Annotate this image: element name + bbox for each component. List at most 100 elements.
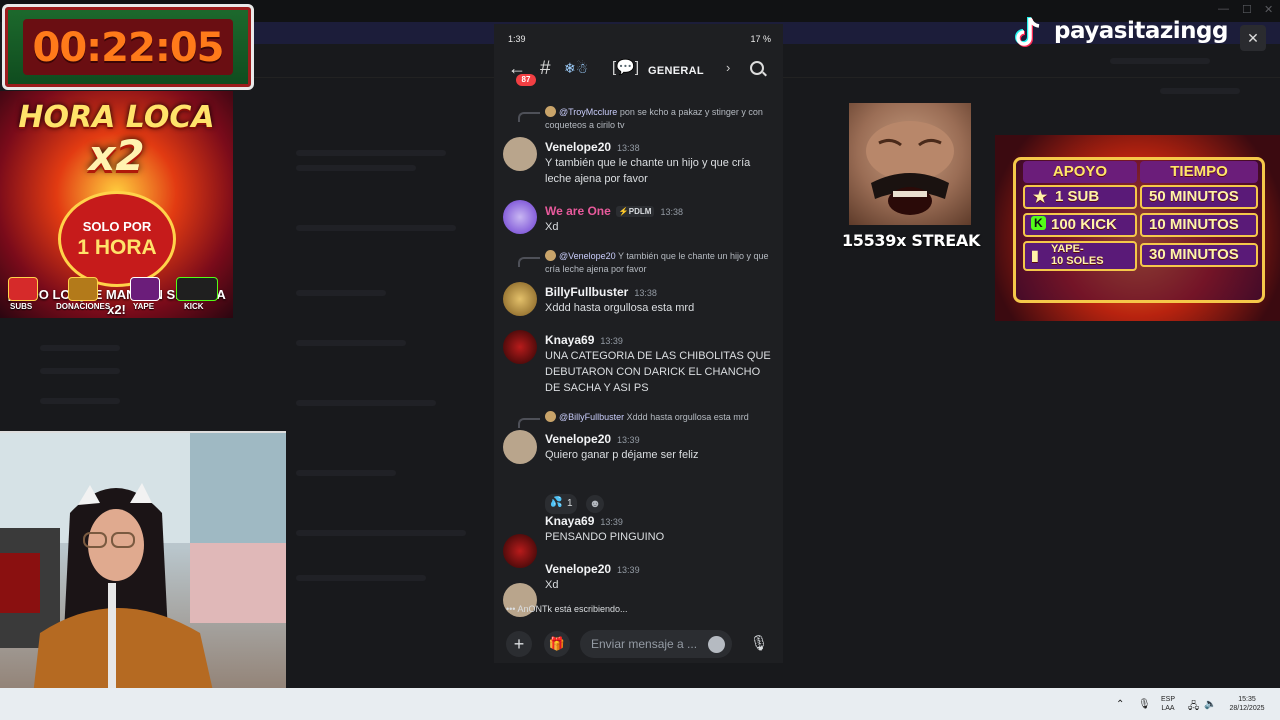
author-name[interactable]: Venelope20: [545, 140, 611, 154]
emoji-icon[interactable]: [708, 636, 725, 653]
reply-user: @Venelope20: [559, 251, 616, 261]
avatar[interactable]: [503, 534, 537, 568]
language-indicator[interactable]: ESP LAA: [1158, 695, 1178, 713]
hora-loca-poster: HORA LOCA x2 SOLO POR 1 HORA ¡TODO LO QU…: [0, 91, 233, 318]
phone-discord-screen: 1:39 17 % ← 87 # ❄☃ [💬] GENERAL › @TroyM…: [494, 24, 783, 663]
add-reaction-icon[interactable]: ☻: [586, 495, 604, 513]
time-value: 10 MINUTOS: [1149, 216, 1239, 233]
typing-text: AnONTk está escribiendo...: [517, 604, 628, 614]
reaction-count: 1: [567, 498, 573, 509]
status-bar: 1:39 17 %: [494, 24, 783, 54]
message-text: UNA CATEGORIA DE LAS CHIBOLITAS QUE DEBU…: [545, 350, 771, 394]
message-text: Quiero ganar p déjame ser feliz: [545, 449, 699, 461]
search-icon[interactable]: [750, 61, 764, 75]
support-value: 1 SUB: [1055, 188, 1100, 205]
author-name[interactable]: Knaya69: [545, 333, 594, 347]
gift-button[interactable]: 🎁: [544, 631, 570, 657]
message-author[interactable]: Venelope20 13:39: [545, 562, 640, 576]
hash-icon: #: [540, 58, 551, 79]
poster-title: HORA LOCA: [18, 100, 215, 135]
maximize-icon[interactable]: ☐: [1242, 3, 1252, 16]
lightning-icon: ⚡: [618, 207, 629, 216]
reaction-chip[interactable]: 💦 1: [545, 494, 577, 514]
microphone-icon[interactable]: 🎙: [746, 631, 772, 657]
yape-icon: ▮: [1031, 247, 1039, 263]
chevron-right-icon[interactable]: ›: [726, 60, 730, 75]
message-author[interactable]: BillyFullbuster 13:38: [545, 285, 657, 299]
clock-date: 28/12/2025: [1229, 705, 1265, 712]
message-text: Y también que le chante un hijo y que cr…: [545, 157, 751, 185]
reply-connector: [518, 257, 540, 267]
avatar[interactable]: [503, 282, 537, 316]
timer-value: 00:22:05: [32, 25, 225, 71]
message-time: 13:38: [660, 207, 683, 217]
clock-time: 15:35: [1238, 696, 1256, 703]
message-list: @TroyMcclure pon se kcho a pakaz y sting…: [494, 100, 783, 620]
author-name[interactable]: We are One: [545, 204, 611, 218]
poster-multiplier: x2: [88, 131, 145, 180]
typing-indicator: ••• AnONTk está escribiendo...: [506, 604, 628, 614]
star-icon: ★: [1033, 189, 1048, 206]
clock[interactable]: 15:35 28/12/2025: [1222, 695, 1272, 713]
status-battery: 17 %: [750, 34, 771, 44]
poster-badge-top: SOLO POR: [82, 219, 152, 234]
message-author[interactable]: Knaya69 13:39: [545, 333, 623, 347]
role-tag-text: PDLM: [628, 207, 652, 216]
avatar[interactable]: [503, 430, 537, 464]
close-window-icon[interactable]: ✕: [1264, 3, 1273, 16]
message-time: 13:39: [600, 336, 623, 346]
avatar[interactable]: [503, 137, 537, 171]
support-header: APOYO: [1023, 161, 1137, 183]
reply-user: @BillyFullbuster: [559, 412, 625, 422]
reply-preview[interactable]: @TroyMcclure pon se kcho a pakaz y sting…: [545, 106, 775, 132]
yape-icon: [130, 277, 160, 301]
reply-preview[interactable]: @Venelope20 Y también que le chante un h…: [545, 250, 775, 276]
typing-dots-icon: •••: [506, 604, 518, 614]
message-author[interactable]: Knaya69 13:39: [545, 514, 623, 528]
message-text: Xddd hasta orgullosa esta mrd: [545, 302, 695, 314]
reply-text: Xddd hasta orgullosa esta mrd: [626, 412, 749, 422]
author-name[interactable]: Knaya69: [545, 514, 594, 528]
reply-user: @TroyMcclure: [559, 107, 618, 117]
volume-icon[interactable]: 🔈: [1204, 699, 1216, 710]
message-time: 13:39: [617, 435, 640, 445]
close-icon[interactable]: ✕: [1240, 25, 1266, 51]
time-header: TIEMPO: [1140, 161, 1258, 183]
reaction-emoji-icon: 💦: [550, 497, 563, 508]
keyboard-layout: LAA: [1161, 705, 1175, 712]
minimize-icon[interactable]: —: [1218, 3, 1229, 15]
timer-panel: 00:22:05: [23, 19, 233, 75]
support-value: 100 KICK: [1051, 216, 1117, 233]
message-author[interactable]: Venelope20 13:39: [545, 432, 640, 446]
tiktok-handle: payasitazingg: [1054, 18, 1228, 44]
author-name[interactable]: Venelope20: [545, 562, 611, 576]
streak-label: 15539x STREAK: [841, 231, 981, 250]
microphone-icon[interactable]: 🎙: [1138, 699, 1151, 710]
chevron-up-icon[interactable]: ⌃: [1116, 699, 1124, 710]
kick-icon: K: [1031, 216, 1046, 230]
countdown-timer: 00:22:05: [2, 4, 254, 90]
message-author[interactable]: Venelope20 13:38: [545, 140, 640, 154]
kick-icon: [176, 277, 218, 301]
message-composer: + 🎁 Enviar mensaje a ... 🎙: [494, 624, 783, 663]
channel-name[interactable]: GENERAL: [648, 65, 704, 77]
message-time: 13:38: [634, 288, 657, 298]
poster-category: YAPE: [133, 302, 155, 311]
network-icon[interactable]: 🖧: [1188, 699, 1199, 716]
avatar[interactable]: [503, 200, 537, 234]
message-time: 13:39: [617, 565, 640, 575]
poster-badge-bottom: 1 HORA: [77, 236, 157, 259]
reply-avatar: [545, 250, 556, 261]
streamer-image: [0, 433, 286, 720]
author-name[interactable]: Venelope20: [545, 432, 611, 446]
channel-header: ← 87 # ❄☃ [💬] GENERAL ›: [494, 54, 783, 90]
add-attachment-button[interactable]: +: [506, 631, 532, 657]
reply-preview[interactable]: @BillyFullbuster Xddd hasta orgullosa es…: [545, 411, 775, 424]
message-author[interactable]: We are One ⚡PDLM 13:38: [545, 204, 683, 218]
status-time: 1:39: [508, 34, 526, 44]
avatar[interactable]: [503, 330, 537, 364]
poster-category: DONACIONES: [56, 302, 111, 311]
author-name[interactable]: BillyFullbuster: [545, 285, 628, 299]
message-text: Xd: [545, 221, 559, 233]
message-text: PENSANDO PINGUINO: [545, 531, 665, 543]
